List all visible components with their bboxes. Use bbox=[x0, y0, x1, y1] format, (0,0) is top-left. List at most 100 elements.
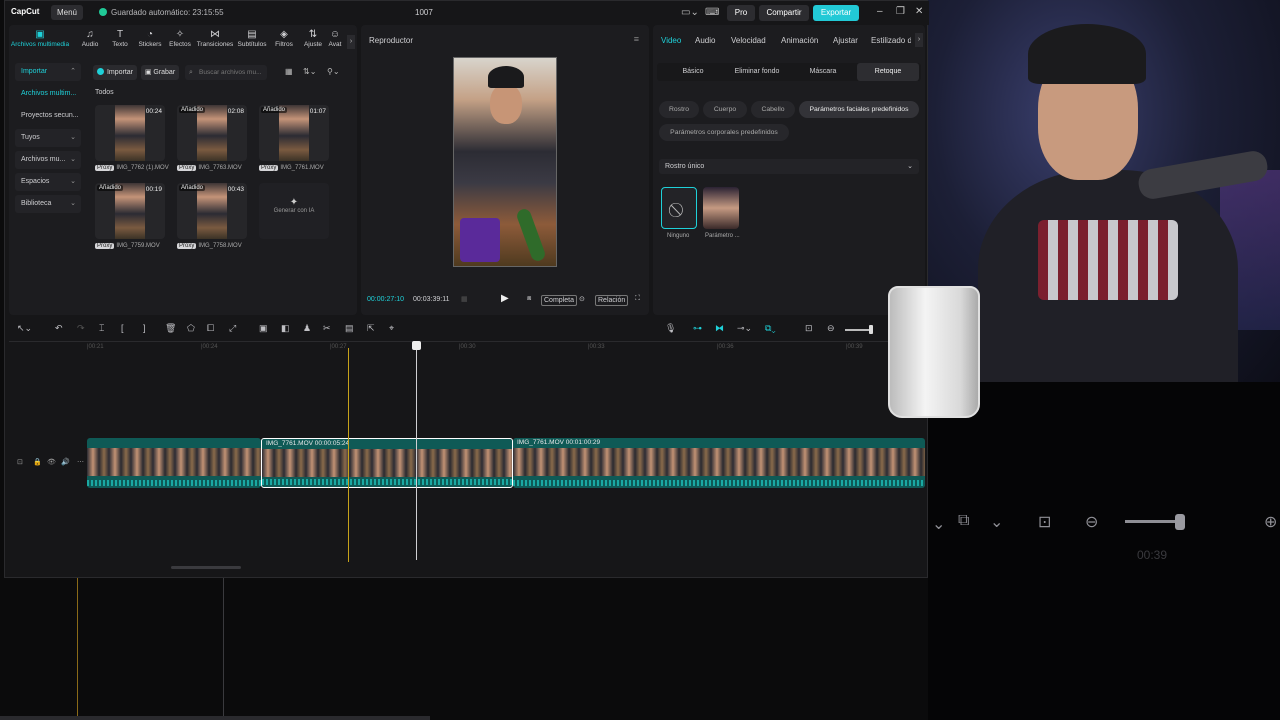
search-input[interactable]: ⌕ Buscar archivos mu... bbox=[185, 65, 267, 80]
tab-speed[interactable]: Velocidad bbox=[731, 36, 766, 45]
sidebar-item-import[interactable]: Importar ⌃ bbox=[15, 63, 81, 81]
tab-stylize[interactable]: Estilizado d bbox=[871, 36, 911, 45]
tab-animation[interactable]: Animación bbox=[781, 36, 818, 45]
tab-media[interactable]: ▣ Archivos multimedia bbox=[9, 29, 71, 48]
preset-parameter[interactable] bbox=[703, 187, 739, 229]
track-cover-icon[interactable]: ⊡ bbox=[17, 458, 23, 466]
timeline-clip[interactable] bbox=[87, 438, 261, 488]
eye-icon[interactable]: 👁 bbox=[47, 458, 56, 466]
split-screen-icon[interactable]: ⧉⌄ bbox=[765, 323, 776, 334]
chip-body-presets[interactable]: Parámetros corporales predefinidos bbox=[659, 124, 789, 141]
subtab-remove-bg[interactable]: Eliminar fondo bbox=[725, 63, 789, 81]
tabs-scroll-right-icon[interactable]: › bbox=[915, 33, 923, 47]
tab-text[interactable]: T Texto bbox=[103, 29, 137, 48]
subtab-retouch[interactable]: Retoque bbox=[857, 63, 919, 81]
timeline-clip-selected[interactable]: IMG_7761.MOV 00:00:05:24 bbox=[261, 438, 513, 488]
media-thumb[interactable]: Añadido 00:19 bbox=[95, 183, 165, 239]
export-button[interactable]: Exportar bbox=[813, 5, 859, 21]
record-button[interactable]: ▣ Grabar bbox=[141, 65, 179, 80]
fit-screen-icon[interactable]: ⊙ bbox=[579, 295, 585, 303]
timeline-ruler[interactable]: |00:21 |00:24 |00:27 |00:30 |00:33 |00:3… bbox=[87, 342, 925, 354]
trim-right-icon[interactable]: ] bbox=[143, 323, 146, 333]
import-button[interactable]: Importar bbox=[93, 65, 137, 80]
magnet-icon[interactable]: ⧓ bbox=[715, 323, 724, 334]
chip-body[interactable]: Cuerpo bbox=[703, 101, 747, 118]
playhead[interactable] bbox=[416, 342, 417, 560]
sidebar-item-yours[interactable]: Tuyos ⌄ bbox=[15, 129, 81, 147]
sort-icon[interactable]: ⇅⌄ bbox=[303, 67, 316, 76]
share-button[interactable]: Compartir bbox=[759, 5, 809, 21]
ai-tools-icon[interactable]: ⌖ bbox=[389, 323, 394, 334]
sidebar-item-media-folder[interactable]: Archivos mu... ⌄ bbox=[15, 151, 81, 169]
face-mode-select[interactable]: Rostro único ⌄ bbox=[659, 159, 919, 174]
media-thumb[interactable]: Añadido 01:07 bbox=[259, 105, 329, 161]
media-thumb[interactable]: 00:24 bbox=[95, 105, 165, 161]
play-icon[interactable]: ▶ bbox=[501, 293, 509, 304]
sidebar-item-spaces[interactable]: Espacios ⌄ bbox=[15, 173, 81, 191]
subtab-basic[interactable]: Básico bbox=[661, 63, 725, 81]
menu-button[interactable]: Menú bbox=[51, 5, 83, 20]
shortcuts-icon[interactable]: ⌨ bbox=[705, 7, 719, 18]
linkage-icon[interactable]: ⊸⌄ bbox=[737, 323, 752, 334]
speaker-icon[interactable]: 🔊 bbox=[61, 458, 70, 466]
tabs-scroll-right-icon[interactable]: › bbox=[347, 35, 355, 49]
maximize-icon[interactable]: ❐ bbox=[896, 6, 905, 17]
generate-ai-button[interactable]: ✦ Generar con IA bbox=[259, 183, 329, 239]
close-icon[interactable]: ✕ bbox=[915, 6, 923, 17]
ratio-button[interactable]: Relación bbox=[595, 295, 629, 306]
tab-fit[interactable]: Ajustar bbox=[833, 36, 858, 45]
trim-left-icon[interactable]: [ bbox=[121, 323, 124, 333]
tab-audio[interactable]: ♫ Audio bbox=[73, 29, 107, 48]
timeline-scrollbar[interactable] bbox=[171, 566, 241, 569]
timeline-clip[interactable]: IMG_7761.MOV 00:01:00:29 bbox=[513, 438, 925, 488]
tab-audio-props[interactable]: Audio bbox=[695, 36, 715, 45]
redo-icon[interactable]: ↷ bbox=[77, 323, 85, 334]
sidebar-item-subprojects[interactable]: Proyectos secun... bbox=[15, 107, 81, 125]
chip-face[interactable]: Rostro bbox=[659, 101, 699, 118]
crop-icon[interactable]: ⧠ bbox=[207, 323, 214, 334]
layout-icon[interactable]: ▭⌄ bbox=[681, 7, 699, 18]
audio-sync-icon[interactable]: ⧈ bbox=[527, 295, 531, 303]
grid-view-icon[interactable]: ▦ bbox=[285, 67, 293, 76]
zoom-out-icon[interactable]: ⊖ bbox=[827, 323, 835, 334]
menu-icon[interactable]: ≡ bbox=[634, 34, 639, 44]
preset-none[interactable]: ⃠ bbox=[661, 187, 697, 229]
select-tool-icon[interactable]: ↖⌄ bbox=[17, 323, 32, 334]
minimize-icon[interactable]: – bbox=[877, 6, 883, 17]
freeze-icon[interactable]: ▣ bbox=[259, 323, 268, 334]
transform-icon[interactable]: ⤢ bbox=[229, 323, 236, 334]
chip-face-presets[interactable]: Parámetros faciales predefinidos bbox=[799, 101, 919, 118]
preview-icon[interactable]: ⊡ bbox=[805, 323, 813, 334]
marker-icon[interactable]: ⬠ bbox=[187, 323, 195, 334]
tab-effects[interactable]: ✧ Efectos bbox=[163, 29, 197, 48]
subtab-mask[interactable]: Máscara bbox=[791, 63, 855, 81]
mirror-icon[interactable]: ◧ bbox=[281, 323, 290, 334]
tab-stickers[interactable]: ◔ Stickers bbox=[133, 29, 167, 48]
grid-icon[interactable]: ▦ bbox=[461, 295, 468, 303]
auto-reframe-icon[interactable]: ⇱ bbox=[367, 323, 375, 334]
video-preview[interactable] bbox=[453, 57, 557, 267]
split-icon[interactable]: ⌶ bbox=[99, 323, 104, 334]
fullscreen-icon[interactable]: ⛶ bbox=[635, 295, 640, 303]
link-icon[interactable]: ⊶ bbox=[693, 323, 702, 334]
pro-button[interactable]: Pro bbox=[727, 5, 755, 21]
media-thumb[interactable]: Añadido 02:08 bbox=[177, 105, 247, 161]
undo-icon[interactable]: ↶ bbox=[55, 323, 63, 334]
sidebar-item-media-files[interactable]: Archivos multim... bbox=[15, 85, 81, 103]
tab-avatar[interactable]: ☺ Avat bbox=[325, 29, 345, 48]
more-icon[interactable]: ⋯ bbox=[77, 458, 84, 466]
media-thumb[interactable]: Añadido 00:43 bbox=[177, 183, 247, 239]
lock-icon[interactable]: 🔒 bbox=[33, 458, 42, 466]
tab-transitions[interactable]: ⋈ Transiciones bbox=[195, 29, 235, 48]
filter-icon[interactable]: ⚲⌄ bbox=[327, 67, 340, 76]
tab-video[interactable]: Video bbox=[661, 36, 681, 45]
person-icon[interactable]: ♟ bbox=[303, 323, 311, 334]
sidebar-item-library[interactable]: Biblioteca ⌄ bbox=[15, 195, 81, 213]
full-quality-button[interactable]: Completa bbox=[541, 295, 577, 306]
frame-icon[interactable]: ▤ bbox=[345, 323, 354, 334]
tab-captions[interactable]: ▤ Subtítulos bbox=[235, 29, 269, 48]
delete-icon[interactable]: 🗑 bbox=[165, 323, 176, 334]
playhead-handle[interactable] bbox=[412, 341, 421, 350]
microphone-icon[interactable]: 🎙 bbox=[665, 323, 676, 334]
chip-hair[interactable]: Cabello bbox=[751, 101, 795, 118]
